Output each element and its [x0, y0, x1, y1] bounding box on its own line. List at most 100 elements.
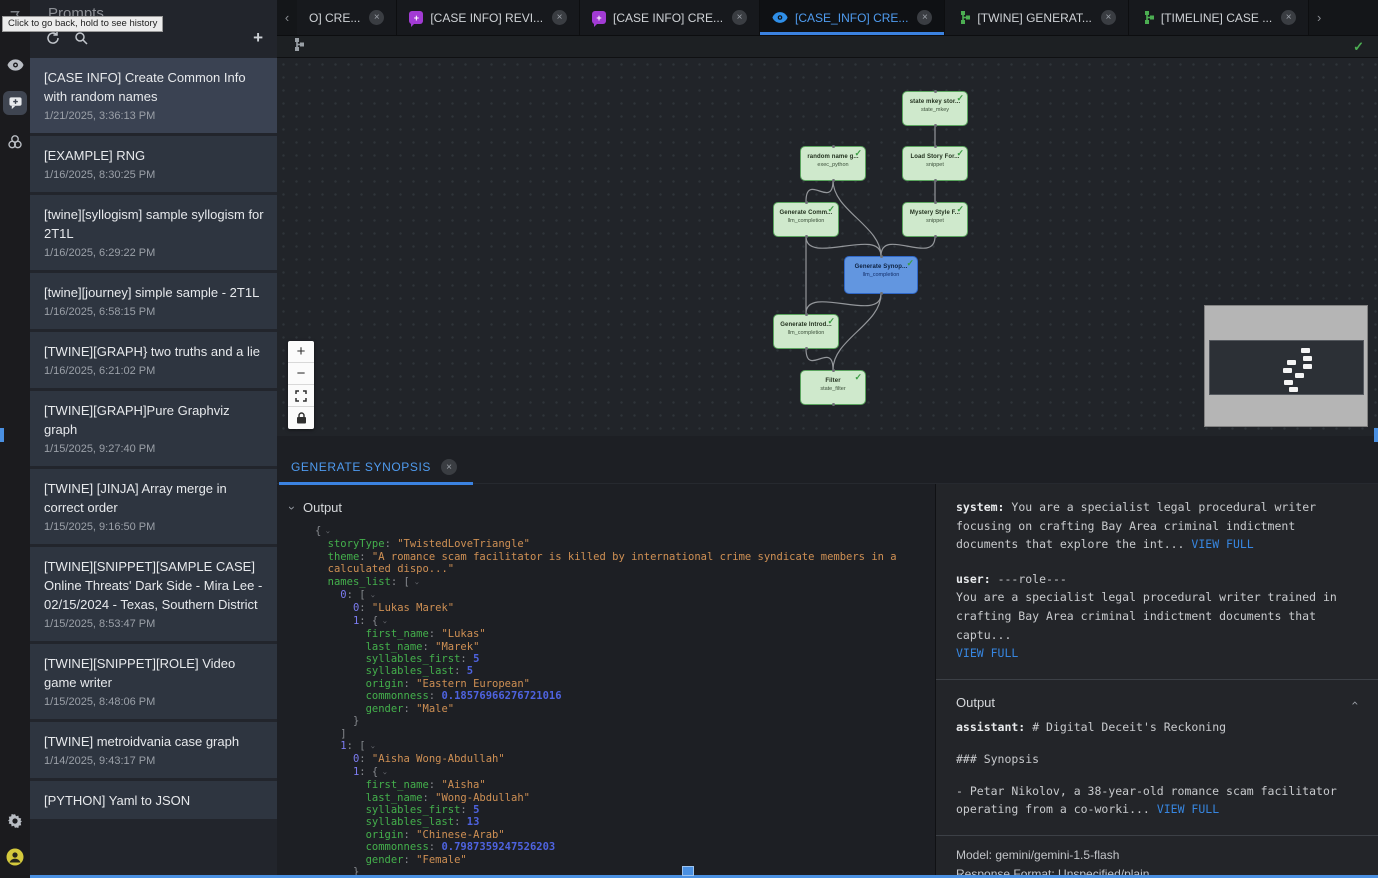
graph-node-generate_common[interactable]: Generate Comm...llm_completion✓	[773, 202, 839, 237]
system-message-text: You are a specialist legal procedural wr…	[956, 500, 1316, 551]
prompts-panel: Prompts + [CASE INFO] Create Common Info…	[30, 0, 277, 878]
zoom-in-button[interactable]: +	[288, 341, 314, 363]
editor-tab[interactable]: O] CRE...×	[297, 0, 397, 35]
prompt-title: [TWINE][GRAPH} two truths and a lie	[44, 342, 265, 361]
prompt-list-item[interactable]: [TWINE][GRAPH} two truths and a lie1/16/…	[30, 332, 277, 388]
prompt-icon[interactable]	[0, 88, 30, 118]
code-segment: commonness	[366, 690, 429, 702]
code-line: {›	[315, 525, 935, 538]
code-line: origin: "Chinese-Arab"	[315, 829, 935, 841]
prompt-list-item[interactable]: [TWINE][SNIPPET][SAMPLE CASE] Online Thr…	[30, 547, 277, 641]
eye-icon[interactable]	[0, 50, 30, 80]
close-icon[interactable]: ×	[1281, 10, 1296, 25]
code-segment: :	[429, 628, 442, 640]
close-icon[interactable]: ×	[1101, 10, 1116, 25]
prompt-list-item[interactable]: [twine][syllogism] sample syllogism for …	[30, 195, 277, 270]
prompt-list-item[interactable]: [TWINE] [JINJA] Array merge in correct o…	[30, 469, 277, 544]
right-output-header[interactable]: Output ›	[956, 694, 1358, 713]
collapse-chevron-icon[interactable]: ›	[366, 745, 378, 750]
graph-node-generate_synopsis[interactable]: Generate Synop...llm_completion✓	[844, 256, 918, 294]
graph-node-load_story[interactable]: Load Story For...snippet✓	[902, 146, 968, 181]
code-segment: "Chinese-Arab"	[416, 829, 505, 841]
editor-tab[interactable]: [CASE_INFO] CRE...×	[760, 0, 945, 35]
add-prompt-button[interactable]: +	[253, 28, 263, 48]
account-icon[interactable]	[0, 842, 30, 872]
prompt-list-item[interactable]: [TWINE][SNIPPET][ROLE] Video game writer…	[30, 644, 277, 719]
tab-scroll-right-icon[interactable]: ›	[1309, 0, 1329, 35]
code-segment	[315, 538, 328, 550]
model-info: Model: gemini/gemini-1.5-flash	[956, 846, 1358, 865]
code-line: names_list: [›	[315, 576, 935, 589]
tab-scroll-left-icon[interactable]: ‹	[277, 0, 297, 35]
code-segment	[315, 804, 366, 816]
refresh-icon[interactable]	[46, 31, 60, 45]
prompt-list-item[interactable]: [TWINE] metroidvania case graph1/14/2025…	[30, 722, 277, 778]
code-segment: last_name	[366, 641, 423, 653]
code-segment	[315, 715, 353, 727]
code-segment	[315, 816, 366, 828]
code-line: ]	[315, 728, 935, 740]
code-line: syllables_first: 5	[315, 653, 935, 665]
collapse-chevron-icon[interactable]: ›	[378, 620, 390, 625]
prompt-list-item[interactable]: [twine][journey] simple sample - 2T1L1/1…	[30, 273, 277, 329]
prompt-timestamp: 1/15/2025, 8:53:47 PM	[44, 617, 265, 632]
close-icon[interactable]: ×	[369, 10, 384, 25]
tab-strip: O] CRE...×+[CASE INFO] REVI...×+[CASE IN…	[297, 0, 1309, 35]
collapse-chevron-icon[interactable]: ›	[322, 530, 334, 535]
collapse-chevron-icon[interactable]: ›	[378, 771, 390, 776]
check-icon: ✓	[956, 148, 964, 159]
graph-node-filter[interactable]: Filterstate_filter✓	[800, 370, 866, 405]
editor-tab[interactable]: [TWINE] GENERAT...×	[945, 0, 1128, 35]
chevron-up-icon[interactable]: ›	[1345, 699, 1364, 706]
graph-node-state_mkey[interactable]: state mkey stor...state_mkey✓	[902, 91, 968, 126]
code-segment	[315, 641, 366, 653]
view-full-link[interactable]: VIEW FULL	[956, 646, 1018, 660]
prompt-list-item[interactable]: [CASE INFO] Create Common Info with rand…	[30, 58, 277, 133]
editor-tab[interactable]: [TIMELINE] CASE ... ×	[1129, 0, 1309, 35]
lock-icon[interactable]	[288, 407, 314, 429]
graph-canvas[interactable]: state mkey stor...state_mkey✓random name…	[277, 58, 1378, 436]
graph-node-random_name[interactable]: random name g...exec_python✓	[800, 146, 866, 181]
chevron-down-icon[interactable]: ›	[285, 506, 299, 510]
assistant-text: - Petar Nikolov, a 38-year-old romance s…	[956, 784, 1337, 817]
collapse-chevron-icon[interactable]: ›	[410, 580, 422, 585]
close-icon[interactable]: ×	[441, 459, 457, 475]
prompt-timestamp: 1/15/2025, 9:27:40 PM	[44, 442, 265, 457]
editor-tab[interactable]: +[CASE INFO] REVI...×	[397, 0, 580, 35]
prompt-list-item[interactable]: [PYTHON] Yaml to JSON	[30, 781, 277, 819]
minimap[interactable]	[1204, 305, 1368, 427]
code-segment	[315, 678, 366, 690]
graph-node-mystery_style[interactable]: Mystery Style F...snippet✓	[902, 202, 968, 237]
close-icon[interactable]: ×	[732, 10, 747, 25]
code-segment	[315, 779, 366, 791]
collapse-chevron-icon[interactable]: ›	[366, 594, 378, 599]
tab-generate-synopsis[interactable]: GENERATE SYNOPSIS ×	[279, 450, 473, 484]
graph-node-generate_introduction[interactable]: Generate Introd...llm_completion✓	[773, 314, 839, 349]
fit-view-button[interactable]	[288, 385, 314, 407]
code-line: first_name: "Lukas"	[315, 628, 935, 640]
resize-grip[interactable]	[682, 866, 694, 876]
prompt-list-item[interactable]: [EXAMPLE] RNG1/16/2025, 8:30:25 PM	[30, 136, 277, 192]
code-segment	[315, 576, 328, 588]
search-icon[interactable]	[74, 31, 88, 45]
editor-tab[interactable]: +[CASE INFO] CRE...×	[580, 0, 760, 35]
code-segment: :	[404, 829, 417, 841]
gear-icon[interactable]	[0, 806, 30, 836]
prompt-timestamp: 1/15/2025, 8:48:06 PM	[44, 695, 265, 710]
minimap-viewport[interactable]	[1209, 340, 1364, 395]
output-section-header[interactable]: › Output	[277, 484, 935, 521]
view-full-link[interactable]: VIEW FULL	[1157, 802, 1219, 816]
zoom-out-button[interactable]: −	[288, 363, 314, 385]
close-icon[interactable]: ×	[552, 10, 567, 25]
check-icon: ✓	[854, 148, 862, 159]
close-icon[interactable]: ×	[917, 10, 932, 25]
code-line: syllables_first: 5	[315, 804, 935, 816]
code-segment	[315, 703, 366, 715]
workflow-icon[interactable]	[0, 127, 30, 157]
code-segment	[315, 753, 353, 765]
prompt-list-item[interactable]: [TWINE][GRAPH]Pure Graphviz graph1/15/20…	[30, 391, 277, 466]
view-full-link[interactable]: VIEW FULL	[1191, 537, 1253, 551]
code-segment: "Lukas Marek"	[372, 602, 454, 614]
user-message: user: ---role--- You are a specialist le…	[956, 570, 1358, 663]
tab-label: [TIMELINE] CASE ...	[1161, 11, 1272, 25]
